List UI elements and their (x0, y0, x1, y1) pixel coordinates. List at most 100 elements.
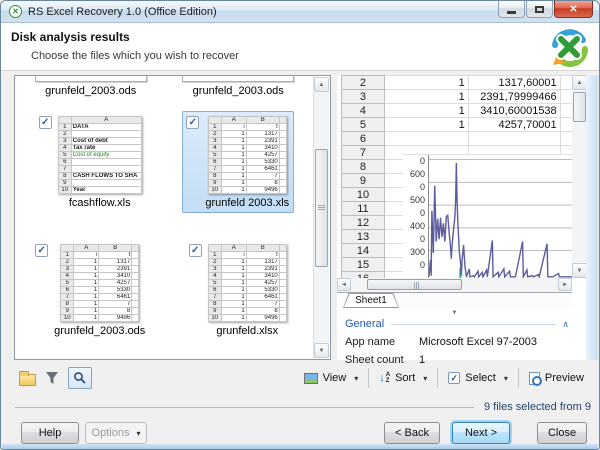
file-thumbnail[interactable]: AB1it21131731239141341051425761533071646… (60, 244, 139, 322)
close-button[interactable]: ✕ (554, 1, 593, 18)
preview-vscrollbar[interactable]: ▲ ▼ (572, 75, 587, 278)
view-button[interactable]: View ▾ (297, 369, 366, 387)
field-label: App name (345, 336, 419, 348)
file-item[interactable]: ✓ AB1it2113173123914134105142576153307164… (165, 237, 313, 359)
scroll-left-icon[interactable]: ◄ (337, 278, 351, 291)
file-list-panel: grunfeld_2003.ods grunfeld_2003.ods ✓ A1DAT… (14, 75, 331, 360)
scroll-up-icon[interactable]: ▲ (572, 75, 587, 90)
scrollbar-thumb[interactable] (367, 279, 462, 290)
minimize-button[interactable] (498, 1, 525, 18)
app-icon: ✕ (9, 5, 22, 18)
splitter-handle[interactable]: ▼ (337, 309, 572, 317)
chevron-down-icon: ▾ (423, 374, 427, 383)
sheet-tab-label: Sheet1 (344, 294, 398, 307)
preview-row: 514257,70001 (342, 118, 573, 132)
file-list-grid: grunfeld_2003.ods grunfeld_2003.ods ✓ A1DAT… (17, 76, 312, 359)
preview-hscrollbar[interactable]: ◄ ► (337, 278, 572, 292)
preview-row: 413410,60001538 (342, 104, 573, 118)
window-bottom-border (2, 444, 598, 449)
y-tick-label: 0 (403, 207, 425, 220)
file-thumbnail[interactable]: AB1it21131731239141341051425761533071646… (208, 244, 287, 322)
window-edge-strip (586, 75, 598, 360)
scroll-down-icon[interactable]: ▼ (572, 263, 587, 278)
file-name: fcashflow.xls (69, 197, 131, 209)
back-button[interactable]: < Back (384, 422, 440, 444)
page-subtitle: Choose the files which you wish to recov… (31, 50, 239, 62)
sheet-tab-strip: Sheet1 (337, 292, 572, 309)
y-tick-label: 500 (403, 194, 425, 207)
select-button[interactable]: ✓ Select ▾ (441, 369, 515, 387)
collapse-icon[interactable]: ∧ (562, 319, 569, 330)
file-item-partial[interactable]: grunfeld_2003.ods (165, 76, 313, 109)
close-icon: ✕ (569, 4, 577, 15)
file-item-partial[interactable]: grunfeld_2003.ods (17, 76, 165, 109)
field-app-name: App name Microsoft Excel 97-2003 (345, 336, 569, 348)
thumbnail-cut (182, 76, 294, 82)
scrollbar-thumb[interactable] (573, 92, 586, 122)
maximize-button[interactable] (526, 1, 553, 18)
field-value: Microsoft Excel 97-2003 (419, 336, 537, 348)
y-tick-label: 300 (403, 246, 425, 259)
chart-y-axis-labels: 06000500040003000 (403, 155, 428, 278)
chevron-down-icon: ▾ (504, 374, 508, 383)
file-name: grunfeld_2003.ods (193, 85, 284, 97)
file-list-scrollbar[interactable]: ▲ ▼ (313, 77, 329, 358)
section-divider (391, 324, 555, 325)
next-button[interactable]: Next > (452, 422, 510, 444)
chevron-down-icon: ▾ (354, 374, 358, 383)
select-label: Select (465, 372, 496, 384)
file-item[interactable]: ✓ A1DATA23Cost of debt4Tax rate5Cost of e… (17, 109, 165, 237)
magnifier-icon (73, 371, 87, 385)
sort-button[interactable]: ↓ AZ Sort ▾ (372, 369, 434, 387)
tab-sheet1[interactable]: Sheet1 (343, 293, 399, 308)
y-tick-label: 0 (403, 181, 425, 194)
scroll-right-icon[interactable]: ► (558, 278, 572, 291)
options-button[interactable]: Options ▾ (85, 422, 147, 444)
preview-button[interactable]: Preview (522, 369, 591, 388)
file-name: grunfeld 2003.xls (205, 197, 289, 209)
checkbox-icon: ✓ (448, 372, 460, 384)
folder-icon[interactable] (19, 374, 36, 386)
file-thumbnail[interactable]: AB1it21131731239141341051425761533071646… (208, 116, 287, 194)
file-checkbox[interactable]: ✓ (186, 116, 199, 129)
page-title: Disk analysis results (11, 30, 130, 44)
file-item[interactable]: ✓ AB1it2113173123914134105142576153307164… (17, 237, 165, 359)
file-name: grunfeld_2003.ods (54, 325, 145, 337)
scroll-up-icon[interactable]: ▲ (314, 77, 329, 92)
sheet-preview: 211317,60001312391,79999466413410,600015… (337, 75, 572, 278)
scroll-down-icon[interactable]: ▼ (314, 343, 329, 358)
toolbar: View ▾ ↓ AZ Sort ▾ ✓ Select ▾ Prev (1, 363, 599, 393)
sort-icon: ↓ AZ (379, 372, 390, 384)
file-checkbox[interactable]: ✓ (35, 244, 48, 257)
preview-row: 211317,60001 (342, 76, 573, 90)
app-logo-icon (547, 25, 591, 69)
y-tick-label: 400 (403, 220, 425, 233)
scrollbar-thumb[interactable] (315, 149, 328, 267)
close-dialog-button[interactable]: Close (537, 422, 587, 444)
filter-icon[interactable] (45, 371, 59, 385)
file-thumbnail[interactable]: A1DATA23Cost of debt4Tax rate5Cost of eq… (58, 116, 142, 194)
wizard-header: Disk analysis results Choose the files w… (1, 23, 599, 71)
file-item-box[interactable]: ✓ AB1it2113173123914134105142576153307164… (31, 239, 150, 341)
help-button[interactable]: Help (21, 422, 79, 444)
file-item-box[interactable]: ✓ A1DATA23Cost of debt4Tax rate5Cost of e… (35, 111, 147, 213)
file-item[interactable]: ✓ AB1it2113173123914134105142576153307164… (165, 109, 313, 237)
preview-row: 6 (342, 132, 573, 146)
y-tick-label: 0 (403, 259, 425, 272)
magnifier-button[interactable] (68, 367, 92, 389)
preview-row: 312391,79999466 (342, 90, 573, 104)
general-section-title: General (345, 318, 384, 330)
view-label: View (323, 372, 347, 384)
preview-label: Preview (545, 372, 584, 384)
caption-buttons: ✕ (497, 1, 593, 18)
file-checkbox[interactable]: ✓ (189, 244, 202, 257)
file-item-box[interactable]: ✓ AB1it2113173123914134105142576153307164… (182, 111, 294, 213)
y-tick-label: 600 (403, 168, 425, 181)
file-checkbox[interactable]: ✓ (39, 116, 52, 129)
file-name: grunfeld.xlsx (216, 325, 278, 337)
status-row: 9 files selected from 9 (15, 400, 591, 414)
window-title: RS Excel Recovery 1.0 (Office Edition) (28, 6, 217, 18)
file-item-box[interactable]: ✓ AB1it2113173123914134105142576153307164… (185, 239, 292, 341)
divider (15, 407, 474, 408)
options-label: Options (92, 427, 130, 439)
